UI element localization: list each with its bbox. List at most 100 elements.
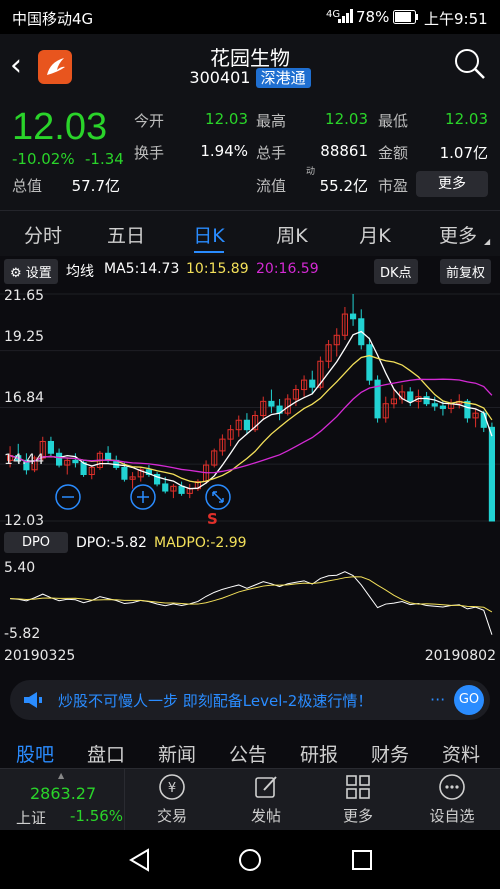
clock: 上午9:51	[424, 10, 488, 28]
settings-label: 设置	[25, 266, 52, 281]
dpo-value: DPO:-5.82	[76, 535, 147, 551]
gear-icon: ⚙	[10, 266, 22, 281]
candle-body	[56, 452, 63, 466]
system-nav-bar	[0, 830, 500, 889]
candle-body	[423, 396, 430, 405]
post-button[interactable]: 发帖	[226, 773, 306, 826]
trade-button[interactable]: ¥ 交易	[132, 773, 212, 826]
yen-icon: ¥	[132, 773, 212, 805]
dk-button[interactable]: DK点	[374, 259, 418, 284]
info-tab-2[interactable]: 新闻	[158, 740, 196, 767]
ma-bar: ⚙ 设置 均线 MA5:14.73 10:15.89 20:16.59 DK点 …	[0, 256, 500, 284]
tab-1[interactable]: 五日	[91, 221, 161, 248]
tab-0[interactable]: 分时	[8, 221, 78, 248]
info-tab-6[interactable]: 资料	[442, 740, 480, 767]
zoom-in-icon[interactable]	[130, 484, 156, 514]
quote-value: 1.94%	[200, 142, 248, 160]
quote-label: 金额	[378, 144, 409, 162]
tab-5[interactable]: 更多	[423, 221, 493, 248]
signal-icon	[338, 9, 354, 27]
stock-code-line: 300401 深港通	[0, 67, 500, 88]
edit-icon	[226, 773, 306, 805]
up-caret-icon: ▲	[58, 771, 65, 780]
info-tab-3[interactable]: 公告	[229, 740, 267, 767]
level2-banner[interactable]: 炒股不可慢人一步 即刻配备Level-2极速行情！ ··· GO	[10, 680, 490, 720]
more-tools-button[interactable]: 更多	[318, 773, 398, 826]
megaphone-icon	[22, 690, 44, 714]
stock-code: 300401	[189, 68, 251, 87]
candle-body	[121, 466, 128, 480]
index-name: 上证	[16, 809, 47, 827]
total-value: 57.7亿	[71, 177, 120, 195]
dpo-chart[interactable]	[0, 556, 500, 646]
battery-icon	[393, 10, 419, 28]
dpo-line	[10, 571, 493, 635]
more-quote-button[interactable]: 更多	[416, 171, 488, 197]
settings-button[interactable]: ⚙ 设置	[4, 259, 58, 284]
adjust-button[interactable]: 前复权	[440, 259, 492, 284]
stock-header: ‹ 花园生物 300401 深港通	[0, 34, 500, 100]
info-tab-1[interactable]: 盘口	[87, 740, 125, 767]
search-icon[interactable]	[454, 48, 486, 84]
banner-dots: ···	[430, 690, 446, 709]
go-button[interactable]: GO	[454, 685, 484, 715]
info-tab-4[interactable]: 研报	[300, 740, 338, 767]
quote-value: 1.07亿	[439, 144, 488, 162]
market-tag[interactable]: 深港通	[255, 68, 311, 88]
madpo-line	[10, 576, 493, 613]
candle-body	[268, 400, 275, 407]
nav-back-icon[interactable]	[128, 848, 152, 876]
status-bar: 中国移动4G 4G 78% 上午9:51	[0, 0, 500, 34]
quote-label: 市盈	[378, 177, 409, 195]
candle-body	[243, 419, 250, 431]
tab-2[interactable]: 日K	[174, 221, 244, 248]
info-tab-5[interactable]: 财务	[371, 740, 409, 767]
candle-body	[309, 379, 316, 388]
period-tabs: 分时 五日 日K 周K 月K 更多 ◢	[0, 210, 500, 256]
svg-text:¥: ¥	[168, 781, 176, 796]
candle-body	[431, 403, 438, 407]
nav-home-icon[interactable]	[238, 848, 262, 876]
index-value: 2863.27	[30, 784, 97, 803]
dpo-bottom-label: -5.82	[4, 626, 41, 642]
indicator-bar: DPO DPO:-5.82 MADPO:-2.99	[0, 530, 500, 556]
zoom-out-icon[interactable]	[55, 484, 81, 514]
quote-label: 换手	[134, 144, 165, 162]
post-label: 发帖	[250, 807, 281, 825]
candle-body	[480, 412, 487, 428]
quote-value: 55.2亿	[319, 177, 368, 195]
quote-label: 最高	[256, 112, 287, 130]
tab-underline	[194, 251, 224, 253]
tab-3[interactable]: 周K	[257, 221, 327, 248]
quote-value: 88861	[320, 142, 368, 160]
y-axis-label: 21.65	[4, 288, 45, 304]
sell-signal: S	[207, 510, 218, 528]
indicator-select[interactable]: DPO	[4, 532, 68, 553]
carrier-label: 中国移动4G	[12, 10, 94, 28]
add-watchlist-button[interactable]: 设自选	[412, 773, 492, 826]
info-tab-0[interactable]: 股吧	[16, 740, 54, 767]
candle-body	[47, 440, 54, 454]
nav-recent-icon[interactable]	[350, 848, 374, 876]
total-value-label: 总值	[12, 177, 43, 195]
change-amount: -1.34	[85, 150, 124, 168]
candle-body	[439, 405, 447, 409]
y-axis-label: 12.03	[4, 513, 45, 529]
candle-body	[162, 483, 169, 492]
index-ticker[interactable]: ▲ 2863.27 上证 -1.56%	[0, 769, 125, 831]
more-caret-icon: ◢	[484, 237, 491, 246]
quote-label: 最低	[378, 112, 409, 130]
candle-body	[178, 485, 185, 494]
banner-text: 炒股不可慢人一步 即刻配备Level-2极速行情！	[58, 692, 373, 710]
dpo-svg	[10, 571, 493, 635]
dpo-top-label: 5.40	[4, 560, 36, 576]
quote-value: 12.03	[445, 110, 488, 128]
tab-4[interactable]: 月K	[340, 221, 410, 248]
quote-label: 今开	[134, 112, 165, 130]
bottom-toolbar: ▲ 2863.27 上证 -1.56% ¥ 交易 发帖 更多 设自选	[0, 768, 500, 831]
candle-body	[488, 426, 496, 522]
y-axis-label: 14.44	[4, 452, 45, 468]
pe-sup: 动	[306, 167, 316, 177]
index-change: -1.56%	[70, 807, 124, 825]
candle-body	[407, 391, 414, 402]
